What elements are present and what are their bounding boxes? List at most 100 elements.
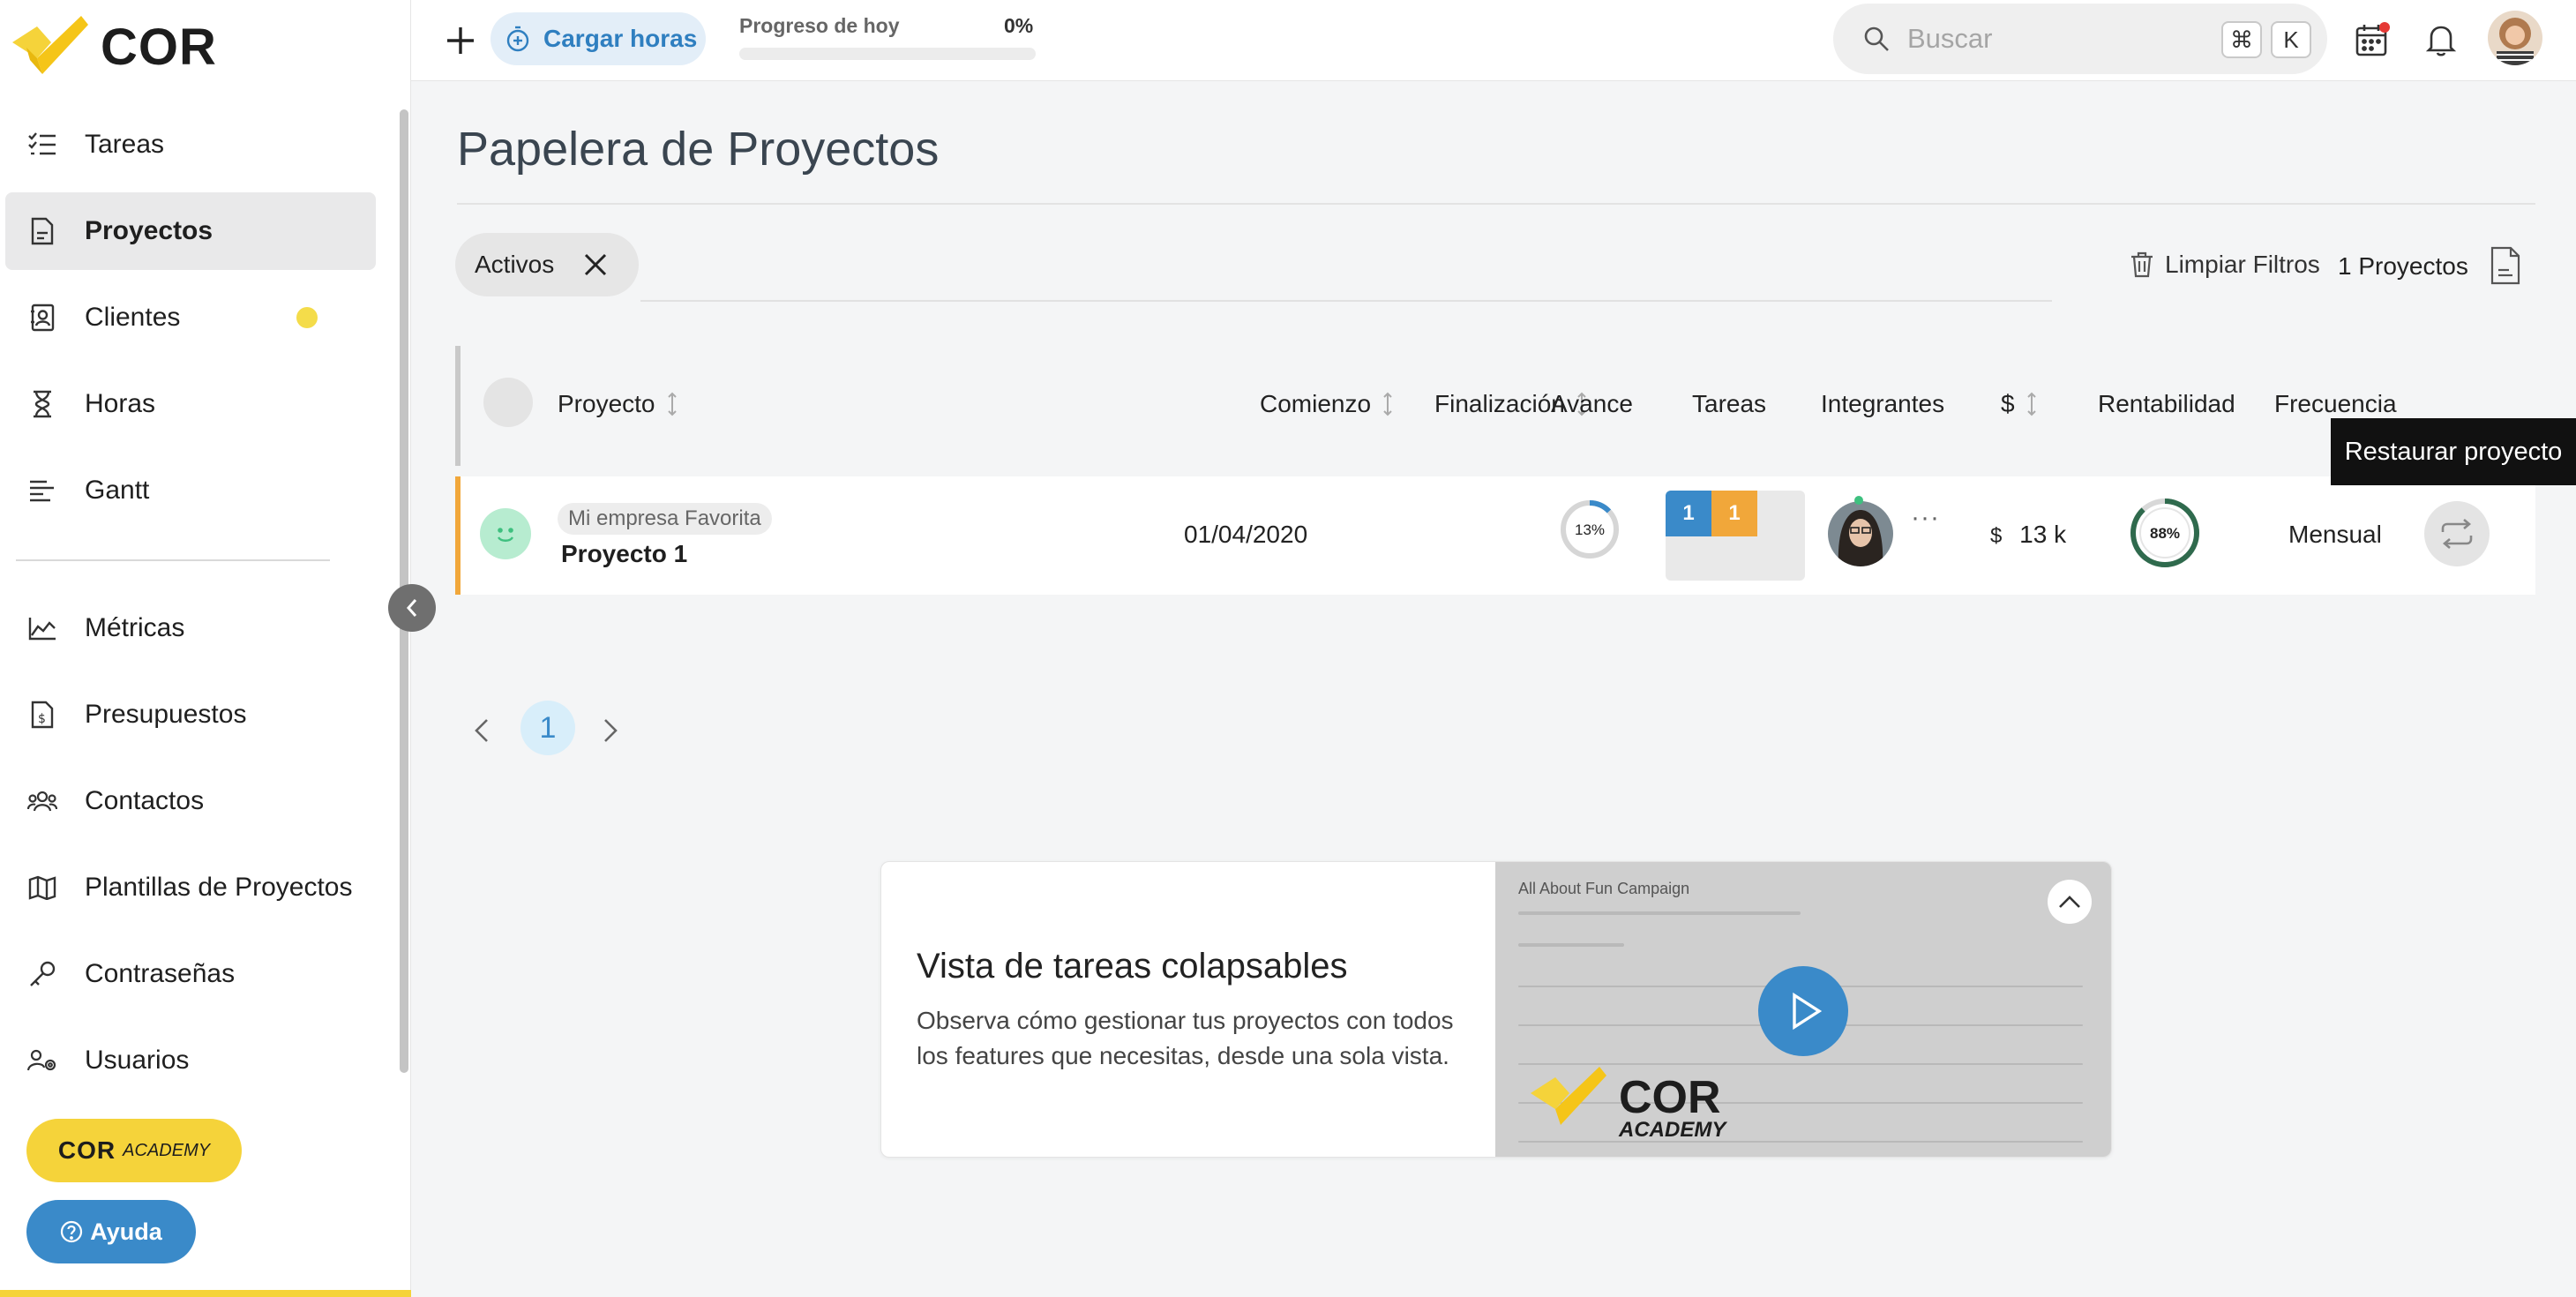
project-name[interactable]: Proyecto 1 — [561, 540, 687, 568]
column-label: Proyecto — [558, 390, 655, 417]
column-header-profitability: Rentabilidad — [2098, 390, 2235, 418]
chevron-up-icon — [2059, 896, 2080, 908]
notifications-button[interactable] — [2421, 19, 2461, 60]
cor-logo[interactable]: COR — [12, 16, 224, 78]
select-all-checkbox[interactable] — [483, 378, 533, 427]
sidebar-item-label: Proyectos — [85, 216, 213, 245]
restore-arrows-icon — [2441, 519, 2473, 549]
contact-card-icon — [26, 302, 58, 334]
academy-brand: COR — [57, 1136, 116, 1164]
sidebar-item-proyectos[interactable]: Proyectos — [5, 192, 376, 270]
promo-video-thumbnail[interactable]: All About Fun Campaign COR ACADEMY — [1495, 862, 2111, 1157]
help-circle-icon — [60, 1220, 83, 1243]
shortcut-k-key: K — [2271, 21, 2311, 58]
collapse-sidebar-button[interactable] — [388, 584, 436, 632]
filter-input-underline[interactable] — [640, 300, 2052, 302]
main-nav: Tareas Proyectos Clientes Horas Gantt — [5, 106, 376, 538]
amount-value: 13 k — [2019, 521, 2067, 548]
daily-progress-bar — [739, 48, 1036, 60]
tasks-blue-count: 1 — [1666, 491, 1711, 536]
column-label: Comienzo — [1260, 390, 1372, 417]
pagination-prev-icon[interactable] — [471, 715, 492, 746]
sidebar-item-contactos[interactable]: Contactos — [5, 762, 376, 840]
calendar-icon — [2355, 22, 2390, 56]
pagination-next-icon[interactable] — [600, 715, 621, 746]
sidebar-item-label: Horas — [85, 389, 156, 418]
gantt-bars-icon — [26, 475, 58, 506]
user-avatar[interactable] — [2488, 11, 2542, 65]
video-mock-line — [1518, 911, 1801, 915]
sidebar-item-presupuestos[interactable]: $ Presupuestos — [5, 676, 376, 753]
sidebar-item-horas[interactable]: Horas — [5, 365, 376, 443]
restore-project-button[interactable] — [2424, 501, 2490, 566]
cor-logo-mark-icon — [1531, 1067, 1606, 1125]
tasks-summary[interactable]: 1 1 — [1666, 491, 1805, 581]
load-hours-button[interactable]: Cargar horas — [490, 12, 706, 65]
sidebar-item-clientes[interactable]: Clientes — [5, 279, 376, 356]
column-label: Rentabilidad — [2098, 390, 2235, 417]
sidebar-item-label: Usuarios — [85, 1046, 190, 1075]
client-tag[interactable]: Mi empresa Favorita — [558, 503, 772, 535]
close-icon[interactable] — [582, 251, 609, 278]
add-button[interactable] — [438, 18, 483, 64]
people-icon — [26, 785, 58, 817]
search-input[interactable] — [1907, 23, 2207, 55]
sidebar-item-metricas[interactable]: Métricas — [5, 589, 376, 667]
sidebar-item-gantt[interactable]: Gantt — [5, 452, 376, 529]
sidebar-item-plantillas[interactable]: Plantillas de Proyectos — [5, 849, 376, 926]
play-icon — [1793, 992, 1823, 1031]
sidebar-item-label: Contraseñas — [85, 959, 236, 988]
area-chart-icon — [26, 612, 58, 644]
video-mock-title: All About Fun Campaign — [1518, 880, 1690, 897]
column-header-frequency: Frecuencia — [2274, 390, 2397, 418]
progress-ring-label: 13% — [1575, 521, 1605, 538]
sidebar-item-contrasenas[interactable]: Contraseñas — [5, 935, 376, 1013]
column-label: $ — [2001, 390, 2015, 417]
sidebar-item-tareas[interactable]: Tareas — [5, 106, 376, 184]
column-header-project[interactable]: Proyecto — [558, 390, 678, 418]
key-icon — [26, 958, 58, 990]
project-status-smile-icon — [480, 508, 531, 559]
secondary-nav: Métricas $ Presupuestos Contactos Planti… — [5, 589, 376, 1108]
clear-filters-button[interactable]: Limpiar Filtros — [2130, 251, 2320, 279]
more-members-button[interactable]: ··· — [1911, 503, 1940, 533]
search-bar[interactable]: ⌘ K — [1833, 4, 2327, 74]
sidebar-item-label: Contactos — [85, 786, 205, 815]
filter-chip-label: Activos — [475, 251, 555, 278]
export-document-icon[interactable] — [2490, 245, 2521, 286]
tasks-orange-count: 1 — [1711, 491, 1757, 536]
calendar-button[interactable] — [2352, 19, 2393, 60]
sidebar-item-usuarios[interactable]: Usuarios — [5, 1022, 376, 1099]
collapse-promo-button[interactable] — [2048, 880, 2092, 924]
profitability-ring-label: 88% — [2150, 525, 2180, 542]
member-avatar[interactable] — [1828, 501, 1893, 566]
filter-chip-activos[interactable]: Activos — [455, 233, 639, 296]
notification-dot — [296, 307, 318, 328]
bell-icon — [2426, 26, 2456, 56]
promo-description: Observa cómo gestionar tus proyectos con… — [917, 1007, 1454, 1069]
document-icon — [26, 215, 58, 247]
pagination-page-current[interactable]: 1 — [520, 701, 575, 755]
stopwatch-plus-icon — [506, 26, 529, 52]
frequency-value: Mensual — [2288, 521, 2382, 548]
sidebar-item-label: Plantillas de Proyectos — [85, 873, 353, 902]
budget-doc-icon: $ — [26, 699, 58, 731]
sidebar-item-label: Clientes — [85, 303, 181, 332]
column-label: Finalización — [1434, 390, 1565, 417]
profitability-ring: 88% — [2130, 499, 2199, 567]
column-header-start[interactable]: Comienzo — [1260, 390, 1394, 418]
currency-symbol: $ — [1990, 524, 2003, 548]
users-gear-icon — [26, 1045, 58, 1076]
play-video-button[interactable] — [1758, 966, 1848, 1056]
help-button[interactable]: Ayuda — [26, 1200, 196, 1263]
sidebar-item-label: Presupuestos — [85, 700, 247, 729]
table-row[interactable]: Mi empresa Favorita Proyecto 1 01/04/202… — [455, 476, 2535, 595]
tasks-list-icon — [26, 129, 58, 161]
column-header-money[interactable]: $ — [2001, 390, 2038, 418]
cor-logo-text: COR — [101, 18, 217, 76]
column-header-members: Integrantes — [1821, 390, 1944, 418]
table-header: Proyecto Comienzo Finalización Avance Ta… — [455, 346, 2535, 466]
sort-icon — [2026, 392, 2036, 416]
cor-academy-button[interactable]: COR ACADEMY — [26, 1119, 242, 1182]
column-header-progress: Avance — [1551, 390, 1633, 418]
